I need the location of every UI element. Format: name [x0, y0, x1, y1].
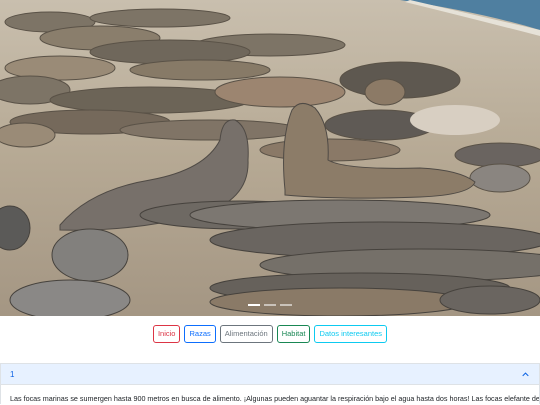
- section-nav: Inicio Razas Alimentación Habitat Datos …: [0, 325, 540, 343]
- accordion-body: Las focas marinas se sumergen hasta 900 …: [1, 385, 539, 404]
- habitat-button[interactable]: Habitat: [276, 325, 311, 343]
- accordion: 1 Las focas marinas se sumergen hasta 90…: [0, 363, 540, 404]
- datos-interesantes-button[interactable]: Datos interesantes: [314, 325, 388, 343]
- carousel[interactable]: [0, 0, 540, 316]
- chevron-up-icon: [522, 372, 529, 377]
- accordion-header[interactable]: 1: [1, 364, 539, 385]
- inicio-button[interactable]: Inicio: [152, 325, 181, 343]
- carousel-indicator-3[interactable]: [280, 304, 292, 306]
- carousel-indicators: [0, 304, 540, 306]
- razas-button[interactable]: Razas: [184, 325, 216, 343]
- alimentacion-button[interactable]: Alimentación: [219, 325, 273, 343]
- accordion-title: 1: [10, 370, 15, 379]
- elephant-seals-photo: [0, 0, 540, 316]
- accordion-body-text: Las focas marinas se sumergen hasta 900 …: [10, 394, 539, 403]
- carousel-indicator-2[interactable]: [264, 304, 276, 306]
- carousel-indicator-1[interactable]: [248, 304, 260, 306]
